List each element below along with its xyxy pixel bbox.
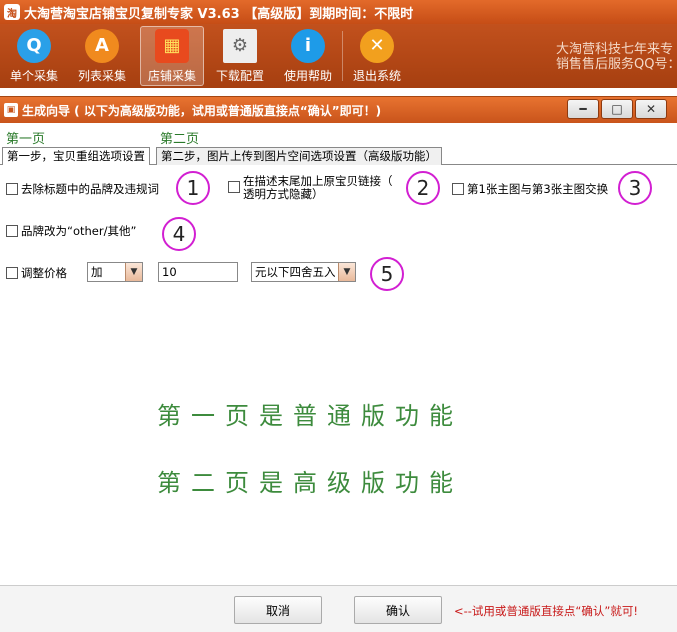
single-collect-button[interactable]: Q 单个采集 [0, 24, 68, 88]
chevron-down-icon[interactable]: ▼ [338, 263, 355, 281]
download-config-icon: ⚙ [223, 28, 257, 63]
app-title: 大淘营淘宝店铺宝贝复制专家 V3.63 【高级版】到期时间：不限时 [24, 6, 414, 22]
dialog-title-bar: ▣ 生成向导 ( 以下为高级版功能，试用或普通版直接点“确认”即可！) ━ □ … [0, 97, 677, 123]
marker-1: 1 [176, 171, 210, 205]
cancel-button[interactable]: 取消 [234, 596, 322, 624]
remove-brand-checkbox[interactable] [6, 183, 18, 195]
price-operator-select[interactable]: 加 ▼ [87, 262, 143, 282]
chevron-down-icon[interactable]: ▼ [125, 263, 142, 281]
add-link-label-line1: 在描述末尾加上原宝贝链接（ [243, 174, 393, 188]
tab-bar: 第一步，宝贝重组选项设置 第二步，图片上传到图片空间选项设置（高级版功能） [0, 147, 677, 165]
option-swap-images[interactable]: 第1张主图与第3张主图交换 [452, 181, 608, 197]
page1-label: 第一页 [6, 132, 46, 147]
download-config-label: 下载配置 [215, 68, 264, 83]
close-button[interactable]: ✕ [635, 99, 667, 119]
shop-collect-icon: ▦ [155, 28, 189, 63]
adjust-price-checkbox[interactable] [6, 267, 18, 279]
rounding-select[interactable]: 元以下四舍五入 ▼ [251, 262, 356, 282]
list-collect-icon: A [85, 28, 119, 63]
adjust-price-label: 调整价格 [21, 266, 67, 280]
price-value-input[interactable]: 10 [158, 262, 238, 282]
main-toolbar: Q 单个采集 A 列表采集 ▦ 店铺采集 ⚙ 下载配置 i 使用帮助 ✕ 退出系… [0, 24, 677, 88]
list-collect-label: 列表采集 [77, 68, 126, 83]
help-icon: i [291, 28, 325, 63]
promo-line-2: 销售售后服务QQ号： [556, 57, 677, 72]
confirm-button[interactable]: 确认 [354, 596, 442, 624]
brand-other-label: 品牌改为“other/其他” [21, 224, 137, 238]
marker-2: 2 [406, 171, 440, 205]
add-link-checkbox[interactable] [228, 181, 240, 193]
dialog-icon: ▣ [4, 103, 18, 117]
rounding-value: 元以下四舍五入 [255, 265, 336, 279]
window-controls: ━ □ ✕ [567, 99, 667, 119]
swap-images-checkbox[interactable] [452, 183, 464, 195]
brand-other-checkbox[interactable] [6, 225, 18, 237]
minimize-button[interactable]: ━ [567, 99, 599, 119]
note-page2: 第二页是高级版功能 [157, 469, 463, 497]
marker-4: 4 [162, 217, 196, 251]
list-collect-button[interactable]: A 列表采集 [68, 24, 136, 88]
exit-button[interactable]: ✕ 退出系统 [343, 24, 411, 88]
dialog-footer: 取消 确认 <--试用或普通版直接点“确认”就可! [0, 585, 677, 632]
app-title-bar: 淘 大淘营淘宝店铺宝贝复制专家 V3.63 【高级版】到期时间：不限时 [0, 0, 677, 24]
maximize-button[interactable]: □ [601, 99, 633, 119]
single-collect-label: 单个采集 [9, 68, 58, 83]
help-button[interactable]: i 使用帮助 [274, 24, 342, 88]
dialog-title: 生成向导 ( 以下为高级版功能，试用或普通版直接点“确认”即可！) [22, 103, 382, 118]
exit-icon: ✕ [360, 28, 394, 63]
note-page1: 第一页是普通版功能 [157, 402, 463, 430]
tab-step1[interactable]: 第一步，宝贝重组选项设置 [2, 147, 150, 165]
option-adjust-price[interactable]: 调整价格 [6, 265, 67, 281]
shop-collect-label: 店铺采集 [147, 68, 196, 83]
price-operator-value: 加 [91, 265, 103, 279]
promo-text: 大淘营科技七年来专 销售售后服务QQ号： [556, 42, 677, 72]
help-label: 使用帮助 [283, 68, 332, 83]
promo-line-1: 大淘营科技七年来专 [556, 42, 674, 57]
page2-label: 第二页 [160, 132, 200, 147]
exit-label: 退出系统 [352, 68, 401, 83]
marker-5: 5 [370, 257, 404, 291]
confirm-hint: <--试用或普通版直接点“确认”就可! [454, 604, 638, 618]
remove-brand-label: 去除标题中的品牌及违规词 [21, 182, 159, 196]
shop-collect-button[interactable]: ▦ 店铺采集 [140, 26, 204, 86]
marker-3: 3 [618, 171, 652, 205]
swap-images-label: 第1张主图与第3张主图交换 [467, 182, 609, 196]
option-brand-other[interactable]: 品牌改为“other/其他” [6, 223, 136, 239]
wizard-dialog: ▣ 生成向导 ( 以下为高级版功能，试用或普通版直接点“确认”即可！) ━ □ … [0, 96, 677, 632]
single-collect-icon: Q [17, 28, 51, 63]
option-remove-brand[interactable]: 去除标题中的品牌及违规词 [6, 181, 159, 197]
add-link-label-line2: 透明方式隐藏） [243, 187, 324, 201]
option-add-link[interactable]: 在描述末尾加上原宝贝链接（ 透明方式隐藏） [228, 175, 393, 201]
tab-step2[interactable]: 第二步，图片上传到图片空间选项设置（高级版功能） [156, 147, 442, 165]
add-link-label: 在描述末尾加上原宝贝链接（ 透明方式隐藏） [243, 175, 393, 201]
download-config-button[interactable]: ⚙ 下载配置 [206, 24, 274, 88]
app-logo-icon: 淘 [4, 4, 20, 20]
